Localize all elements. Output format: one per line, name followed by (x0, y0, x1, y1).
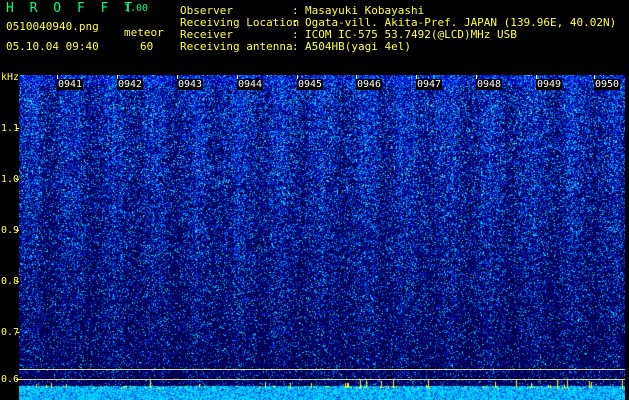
spectrogram (19, 75, 625, 400)
reference-line-upper (19, 369, 625, 370)
info-antenna-value: A504HB(yagi 4el) (305, 40, 411, 53)
time-label: 0948 (476, 79, 503, 90)
y-axis-unit: kHz (1, 72, 20, 83)
info-antenna-label: Receiving antenna (180, 40, 293, 53)
time-label: 0943 (177, 79, 204, 90)
app-version: 1.00 (124, 3, 149, 14)
time-label: 0941 (57, 79, 84, 90)
time-label: 0946 (356, 79, 383, 90)
time-label: 0950 (594, 79, 621, 90)
app-title: H R O F F T (6, 1, 137, 16)
file-datetime: 05.10.04 09:40 (6, 40, 99, 53)
time-label: 0947 (416, 79, 443, 90)
file-name: 0510040940.png (6, 20, 99, 33)
y-axis: kHz 1.1 1.0 0.9 0.8 0.7 0.6 (0, 72, 19, 400)
time-label: 0945 (297, 79, 324, 90)
spectrogram-canvas (19, 75, 625, 400)
time-label: 0949 (536, 79, 563, 90)
reference-line-lower (19, 379, 625, 380)
meteor-count: 60 (140, 40, 154, 53)
meteor-label: meteor (124, 26, 164, 39)
time-label: 0944 (237, 79, 264, 90)
info-antenna-colon: : (292, 40, 299, 53)
time-label: 0942 (117, 79, 144, 90)
